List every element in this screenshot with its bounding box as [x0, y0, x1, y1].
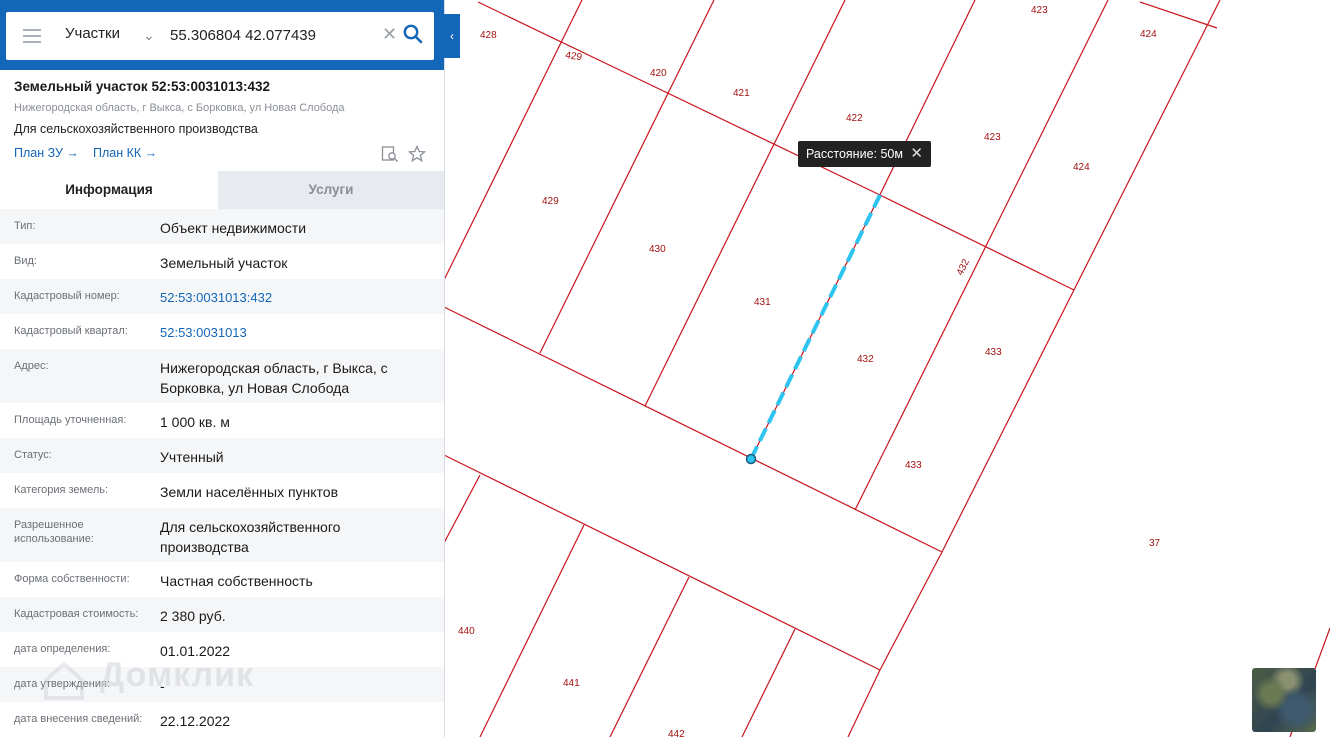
info-row-value: 2 380 руб. [160, 608, 226, 624]
cadastral-quarter-link[interactable]: 52:53:0031013 [160, 323, 430, 343]
collapse-panel-button[interactable]: ‹ [444, 14, 460, 58]
info-row-value: Для сельскохозяйственного производства [160, 519, 341, 555]
info-row: Тип: Объект недвижимости [0, 209, 444, 244]
info-row: Кадастровая стоимость: 2 380 руб. [0, 597, 444, 632]
parcel-label: 429 [565, 50, 583, 63]
plan-zu-link[interactable]: План ЗУ → [14, 146, 79, 160]
satellite-layer-toggle[interactable] [1252, 668, 1316, 732]
info-row-label: Площадь уточненная: [14, 414, 127, 426]
parcel-label: 442 [668, 729, 685, 737]
parcel-label: 432 [857, 354, 874, 365]
info-row: Адрес: Нижегородская область, г Выкса, с… [0, 349, 444, 403]
info-row-label: Статус: [14, 449, 52, 461]
info-row-value: Частная собственность [160, 573, 313, 589]
parcel-label: 423 [1031, 5, 1048, 16]
info-row-label: Адрес: [14, 360, 49, 372]
parcel-boundaries [443, 0, 1330, 737]
menu-icon[interactable] [23, 29, 41, 43]
parcel-label: 432 [955, 257, 972, 277]
parcel-label: 420 [650, 68, 667, 79]
info-row: Категория земель: Земли населённых пункт… [0, 473, 444, 508]
parcel-purpose: Для сельскохозяйственного производства [14, 122, 258, 136]
measure-line [749, 194, 882, 460]
info-row-label: дата внесения сведений: [14, 713, 143, 725]
info-row: Разрешенное использование: Для сельскохо… [0, 508, 444, 562]
parcel-label: 422 [846, 113, 863, 124]
info-row: Вид: Земельный участок [0, 244, 444, 279]
close-icon[interactable]: ✕ [382, 24, 397, 45]
info-row-value: Земельный участок [160, 255, 288, 271]
info-row-label: Вид: [14, 255, 37, 267]
info-row-value: 1 000 кв. м [160, 414, 230, 430]
info-row-label: Кадастровый квартал: [14, 325, 128, 337]
parcel-label: 433 [905, 460, 922, 471]
info-row: Форма собственности: Частная собственнос… [0, 562, 444, 597]
info-row: Статус: Учтенный [0, 438, 444, 473]
info-row-label: Категория земель: [14, 484, 109, 496]
search-box: Участки ⌄ ✕ [6, 12, 434, 60]
distance-tooltip: Расстояние: 50м ✕ [798, 141, 931, 167]
star-icon[interactable] [408, 145, 426, 163]
parcel-label: 428 [480, 30, 497, 41]
tab-information[interactable]: Информация [0, 171, 218, 209]
parcel-label: 433 [985, 347, 1002, 358]
info-row-label: дата определения: [14, 643, 111, 655]
distance-text: Расстояние: 50м [806, 147, 903, 161]
info-panel: Участки ⌄ ✕ Земельный участок 52:53:0031… [0, 0, 445, 737]
parcel-address: Нижегородская область, г Выкса, с Борков… [14, 102, 345, 114]
measure-start-point[interactable] [745, 453, 757, 465]
info-row-value: Учтенный [160, 449, 224, 465]
search-icon[interactable] [402, 23, 424, 45]
info-row-value: Земли населённых пунктов [160, 484, 339, 500]
parcel-label: 429 [542, 196, 559, 207]
parcel-label: 424 [1140, 29, 1157, 40]
info-row-label: Кадастровый номер: [14, 290, 120, 302]
parcel-label: 440 [458, 626, 475, 637]
parcel-label: 430 [649, 244, 666, 255]
plan-kk-link[interactable]: План КК → [93, 146, 157, 160]
domclick-logo-icon [44, 661, 84, 700]
info-row: Кадастровый номер: 52:53:0031013:432 [0, 279, 444, 314]
parcel-label: 431 [754, 297, 771, 308]
parcel-label: 441 [563, 678, 580, 689]
search-document-icon[interactable] [381, 145, 399, 163]
close-icon[interactable]: ✕ [910, 141, 923, 167]
info-row-label: Тип: [14, 220, 36, 232]
parcel-label: 424 [1073, 162, 1090, 173]
info-row-label: Разрешенное использование: [14, 519, 94, 545]
info-row-value: Объект недвижимости [160, 220, 307, 236]
layer-select[interactable]: Участки [65, 25, 120, 42]
tab-services[interactable]: Услуги [218, 171, 444, 209]
info-row: Площадь уточненная: 1 000 кв. м [0, 403, 444, 438]
parcel-label: 423 [984, 132, 1001, 143]
parcel-title: Земельный участок 52:53:0031013:432 [14, 79, 271, 94]
cadastral-number-link[interactable]: 52:53:0031013:432 [160, 288, 430, 308]
info-row-label: Кадастровая стоимость: [14, 608, 139, 620]
parcel-label: 37 [1149, 538, 1161, 549]
parcel-label: 421 [733, 88, 750, 99]
info-row-label: Форма собственности: [14, 573, 130, 585]
info-row: Кадастровый квартал: 52:53:0031013 [0, 314, 444, 349]
info-row-value: Нижегородская область, г Выкса, с Борков… [160, 360, 388, 396]
info-row-value: 22.12.2022 [160, 713, 231, 729]
chevron-down-icon[interactable]: ⌄ [143, 27, 155, 44]
info-row: дата внесения сведений: 22.12.2022 [0, 702, 444, 737]
search-input[interactable] [164, 22, 386, 48]
watermark: Домклик [100, 656, 255, 694]
tab-bar: Информация Услуги [0, 171, 444, 209]
search-bar: Участки ⌄ ✕ [0, 0, 444, 70]
